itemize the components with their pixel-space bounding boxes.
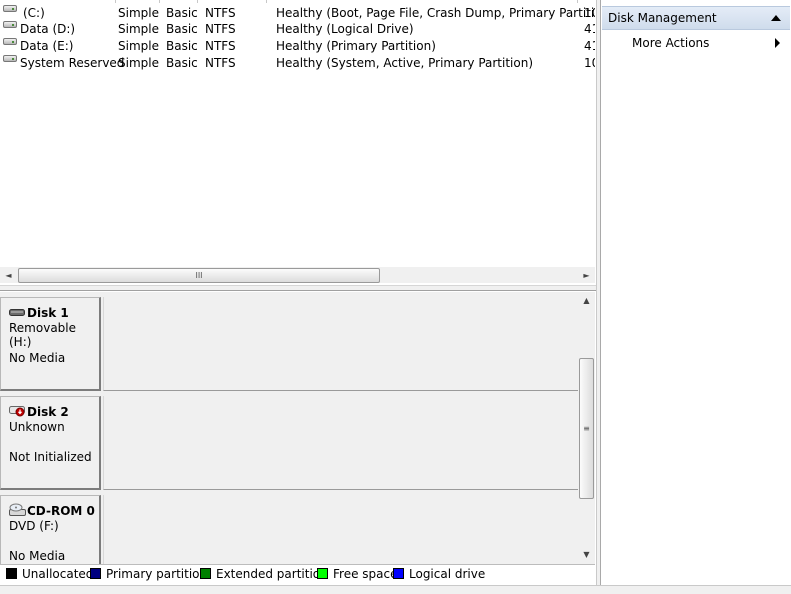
submenu-arrow-icon	[775, 38, 780, 48]
volume-status: Healthy (Primary Partition)	[276, 39, 436, 53]
legend-item: Extended partition	[200, 567, 328, 581]
disk-partition-area[interactable]	[103, 396, 578, 490]
disk-type: Unknown	[9, 420, 65, 434]
vertical-scroll-thumb[interactable]: ≡	[579, 358, 594, 499]
volume-row[interactable]: System Reserved Simple Basic NTFS Health…	[0, 55, 595, 72]
legend-label: Unallocated	[22, 567, 94, 581]
volume-type: Basic	[166, 6, 198, 20]
volume-row[interactable]: (C:) Simple Basic NTFS Healthy (Boot, Pa…	[0, 5, 595, 22]
volume-status: Healthy (System, Active, Primary Partiti…	[276, 56, 534, 70]
disk-type: DVD (F:)	[9, 519, 59, 533]
cdrom-icon	[9, 503, 26, 516]
horizontal-scroll-thumb[interactable]: III	[18, 268, 380, 283]
legend-item: Free space	[317, 567, 397, 581]
collapse-icon[interactable]	[771, 15, 781, 21]
horizontal-scrollbar[interactable]: ◄ III ►	[0, 267, 595, 283]
volume-file-system: NTFS	[205, 6, 236, 20]
actions-header-disk-management[interactable]: Disk Management	[602, 6, 790, 30]
drive-icon	[3, 21, 17, 28]
volume-file-system: NTFS	[205, 56, 236, 70]
legend-swatch	[90, 568, 101, 579]
disk-partition-area[interactable]	[103, 297, 578, 391]
scroll-grip-icon: ≡	[583, 424, 590, 433]
status-bar	[0, 585, 791, 594]
volume-name: Data (E:)	[20, 39, 74, 53]
column-header-volume[interactable]	[0, 0, 116, 3]
column-header-status[interactable]	[267, 0, 578, 3]
disk-row[interactable]: Disk 2 Unknown Not Initialized	[0, 391, 578, 490]
disk-title: Disk 1	[27, 306, 69, 320]
volume-file-system: NTFS	[205, 22, 236, 36]
scroll-down-icon[interactable]: ▼	[578, 548, 595, 562]
disk-row[interactable]: Disk 1 Removable (H:) No Media	[0, 292, 578, 391]
disk-title: CD-ROM 0	[27, 504, 95, 518]
actions-title: Disk Management	[608, 11, 717, 25]
column-header-layout[interactable]	[116, 0, 160, 3]
uninitialized-disk-icon	[9, 406, 25, 417]
column-header-file-system[interactable]	[198, 0, 267, 3]
scroll-grip-icon: III	[195, 271, 203, 280]
disk-state: No Media	[9, 549, 66, 563]
legend-item: Logical drive	[393, 567, 485, 581]
legend-label: Free space	[333, 567, 398, 581]
disk-label-cdrom-0[interactable]: CD-ROM 0 DVD (F:) No Media	[0, 495, 101, 564]
legend-swatch	[393, 568, 404, 579]
volume-capacity: 41	[584, 22, 595, 36]
vertical-scrollbar[interactable]: ▲ ≡ ▼	[578, 292, 595, 564]
partition-legend: Unallocated Primary partition Extended p…	[0, 564, 595, 583]
volume-status: Healthy (Boot, Page File, Crash Dump, Pr…	[276, 6, 595, 20]
scroll-up-icon[interactable]: ▲	[578, 294, 595, 308]
volume-list[interactable]: (C:) Simple Basic NTFS Healthy (Boot, Pa…	[0, 0, 595, 283]
volume-layout: Simple	[118, 6, 159, 20]
volume-layout: Simple	[118, 56, 159, 70]
legend-item: Unallocated	[6, 567, 93, 581]
legend-label: Logical drive	[409, 567, 486, 581]
legend-swatch	[6, 568, 17, 579]
legend-swatch	[200, 568, 211, 579]
volume-capacity: 10	[584, 56, 595, 70]
volume-layout: Simple	[118, 22, 159, 36]
pane-splitter[interactable]	[0, 285, 597, 291]
disk-label-disk-1[interactable]: Disk 1 Removable (H:) No Media	[0, 297, 101, 391]
disk-row[interactable]: CD-ROM 0 DVD (F:) No Media	[0, 490, 578, 564]
legend-label: Extended partition	[216, 567, 328, 581]
volume-name: Data (D:)	[20, 22, 76, 36]
disk-state: Not Initialized	[9, 450, 92, 464]
volume-row[interactable]: Data (E:) Simple Basic NTFS Healthy (Pri…	[0, 38, 595, 55]
volume-type: Basic	[166, 39, 198, 53]
legend-label: Primary partition	[106, 567, 208, 581]
more-actions-label: More Actions	[632, 36, 710, 50]
legend-swatch	[317, 568, 328, 579]
disk-state: No Media	[9, 351, 66, 365]
column-header-type[interactable]	[160, 0, 198, 3]
scroll-right-icon[interactable]: ►	[578, 267, 595, 283]
actions-pane: Disk Management More Actions	[600, 0, 791, 585]
volume-status: Healthy (Logical Drive)	[276, 22, 414, 36]
legend-item: Primary partition	[90, 567, 207, 581]
more-actions-item[interactable]: More Actions	[601, 33, 790, 53]
volume-capacity: 41	[584, 39, 595, 53]
disk-title: Disk 2	[27, 405, 69, 419]
volume-layout: Simple	[118, 39, 159, 53]
scroll-left-icon[interactable]: ◄	[0, 267, 17, 283]
drive-icon	[3, 5, 17, 12]
volume-capacity: 10	[584, 6, 595, 20]
drive-icon	[3, 55, 17, 62]
volume-type: Basic	[166, 56, 198, 70]
volume-name: (C:)	[23, 6, 45, 20]
disk-partition-area[interactable]	[103, 495, 578, 564]
disk-label-disk-2[interactable]: Disk 2 Unknown Not Initialized	[0, 396, 101, 490]
volume-row[interactable]: Data (D:) Simple Basic NTFS Healthy (Log…	[0, 21, 595, 38]
drive-icon	[3, 38, 17, 45]
disk-graphical-view[interactable]: Disk 1 Removable (H:) No Media Disk 2 Un…	[0, 292, 578, 564]
volume-type: Basic	[166, 22, 198, 36]
volume-name: System Reserved	[20, 56, 125, 70]
disk-type: Removable (H:)	[9, 321, 77, 349]
volume-file-system: NTFS	[205, 39, 236, 53]
removable-disk-icon	[9, 309, 25, 316]
